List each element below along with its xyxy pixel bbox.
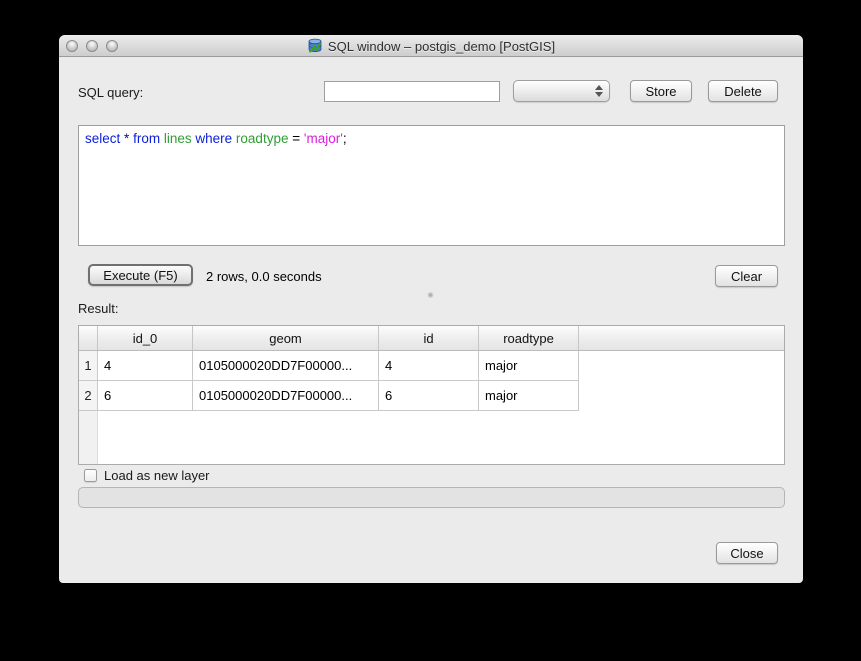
clear-button[interactable]: Clear bbox=[715, 265, 778, 287]
column-header-id[interactable]: id bbox=[379, 326, 479, 350]
sql-code-line: select * from lines where roadtype = 'ma… bbox=[85, 131, 778, 146]
delete-button-label: Delete bbox=[724, 84, 762, 99]
close-button-label: Close bbox=[730, 546, 763, 561]
column-header-geom[interactable]: geom bbox=[193, 326, 379, 350]
sql-token: lines bbox=[164, 131, 192, 146]
sql-token: roadtype bbox=[236, 131, 289, 146]
chevron-up-down-icon bbox=[595, 85, 603, 97]
cell-id_0[interactable]: 6 bbox=[98, 381, 193, 411]
query-status-text: 2 rows, 0.0 seconds bbox=[206, 269, 322, 284]
column-header-roadtype[interactable]: roadtype bbox=[479, 326, 579, 350]
sql-token: 'major' bbox=[304, 131, 343, 146]
cell-id[interactable]: 6 bbox=[379, 381, 479, 411]
window-title: SQL window – postgis_demo [PostGIS] bbox=[328, 39, 555, 54]
table-header-row: id_0 geom id roadtype bbox=[79, 326, 784, 351]
row-number[interactable]: 1 bbox=[79, 351, 98, 381]
cell-roadtype[interactable]: major bbox=[479, 351, 579, 381]
cell-roadtype[interactable]: major bbox=[479, 381, 579, 411]
sql-token: select bbox=[85, 131, 120, 146]
table-row[interactable]: 1 4 0105000020DD7F00000... 4 major bbox=[79, 351, 784, 381]
execute-button-label: Execute (F5) bbox=[103, 268, 177, 283]
cell-id_0[interactable]: 4 bbox=[98, 351, 193, 381]
store-button-label: Store bbox=[645, 84, 676, 99]
sql-window: SQL window – postgis_demo [PostGIS] SQL … bbox=[59, 35, 803, 583]
execute-button[interactable]: Execute (F5) bbox=[88, 264, 193, 286]
cursor-artifact bbox=[427, 292, 434, 298]
result-label: Result: bbox=[78, 301, 118, 316]
new-layer-name-input bbox=[78, 487, 785, 508]
clear-button-label: Clear bbox=[731, 269, 762, 284]
sql-token: ; bbox=[343, 131, 347, 146]
load-as-new-layer-label: Load as new layer bbox=[104, 468, 210, 483]
result-table: id_0 geom id roadtype 1 4 0105000020DD7F… bbox=[78, 325, 785, 465]
database-icon bbox=[307, 38, 323, 54]
sql-token: where bbox=[195, 131, 232, 146]
table-corner-cell[interactable] bbox=[79, 326, 98, 350]
sql-query-label: SQL query: bbox=[78, 85, 143, 100]
store-button[interactable]: Store bbox=[630, 80, 692, 102]
cell-id[interactable]: 4 bbox=[379, 351, 479, 381]
table-row[interactable]: 2 6 0105000020DD7F00000... 6 major bbox=[79, 381, 784, 411]
row-header-strip bbox=[79, 411, 98, 464]
title-bar[interactable]: SQL window – postgis_demo [PostGIS] bbox=[59, 35, 803, 57]
column-header-id_0[interactable]: id_0 bbox=[98, 326, 193, 350]
load-as-new-layer-checkbox[interactable] bbox=[84, 469, 97, 482]
stored-query-dropdown[interactable] bbox=[513, 80, 610, 102]
cell-geom[interactable]: 0105000020DD7F00000... bbox=[193, 381, 379, 411]
sql-token: = bbox=[292, 131, 300, 146]
close-button[interactable]: Close bbox=[716, 542, 778, 564]
sql-editor[interactable]: select * from lines where roadtype = 'ma… bbox=[78, 125, 785, 246]
delete-button[interactable]: Delete bbox=[708, 80, 778, 102]
row-number[interactable]: 2 bbox=[79, 381, 98, 411]
sql-token: from bbox=[133, 131, 160, 146]
column-header-filler bbox=[579, 326, 784, 350]
cell-geom[interactable]: 0105000020DD7F00000... bbox=[193, 351, 379, 381]
query-name-input[interactable] bbox=[324, 81, 500, 102]
